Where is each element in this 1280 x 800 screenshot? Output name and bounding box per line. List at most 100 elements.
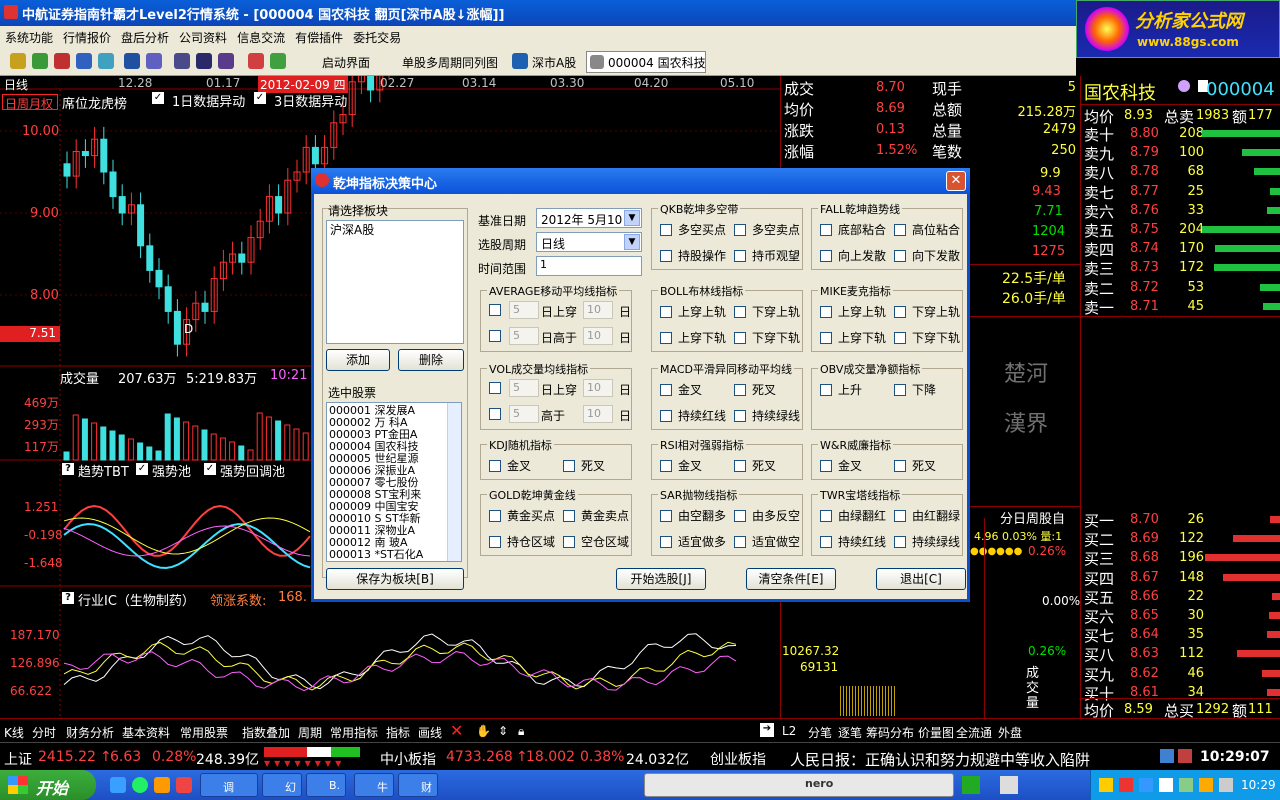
hand-icon[interactable]: ✋	[476, 724, 491, 738]
gold-checkbox[interactable]: 持仓区域	[489, 533, 555, 550]
gold-checkbox[interactable]: 黄金卖点	[563, 507, 629, 524]
avg-period-b[interactable]: 10	[583, 327, 613, 345]
tray-update-icon[interactable]	[1199, 778, 1213, 792]
flag-icon[interactable]	[248, 53, 264, 69]
checkbox-box[interactable]	[660, 510, 672, 522]
avg-checkbox[interactable]	[489, 329, 507, 343]
keyboard-icon[interactable]	[1000, 776, 1018, 794]
gold-checkbox[interactable]: 黄金买点	[489, 507, 555, 524]
vol-period-b[interactable]: 10	[583, 379, 613, 397]
bottom-tab[interactable]: 常用股票	[180, 724, 228, 741]
sells-level-price[interactable]: 8.77	[1130, 184, 1159, 199]
trend-icon[interactable]	[124, 53, 140, 69]
bottom-right-tab[interactable]: L2	[782, 724, 796, 738]
checkbox-box[interactable]	[820, 384, 832, 396]
close-icon[interactable]: ✕	[450, 721, 463, 740]
sells-level-price[interactable]: 8.73	[1130, 260, 1159, 275]
refresh-icon[interactable]	[32, 53, 48, 69]
fall-checkbox[interactable]: 底部粘合	[820, 221, 886, 238]
checkbox-box[interactable]	[489, 408, 501, 420]
checkbox-box[interactable]	[734, 306, 746, 318]
checkbox-box[interactable]	[734, 250, 746, 262]
taskbar-task[interactable]: 调	[200, 773, 258, 797]
sar-checkbox[interactable]: 由空翻多	[660, 507, 726, 524]
bottom-tab[interactable]: 分时	[32, 724, 56, 741]
buys-level-price[interactable]: 8.63	[1130, 646, 1159, 661]
twr-checkbox[interactable]: 由绿翻红	[820, 507, 886, 524]
checkbox-box[interactable]	[563, 536, 575, 548]
bottom-right-tab[interactable]: 筹码分布	[866, 724, 914, 741]
checkbox-box[interactable]	[660, 536, 672, 548]
stock-list-item[interactable]: 000013 *ST石化A	[329, 549, 459, 561]
gear-icon[interactable]	[10, 53, 26, 69]
bottom-right-tab[interactable]: 分笔	[808, 724, 832, 741]
checkbox-box[interactable]	[660, 250, 672, 262]
bottom-right-tab[interactable]: 全流通	[956, 724, 992, 741]
macd-checkbox[interactable]: 持续绿线	[734, 407, 800, 424]
checkbox-box[interactable]	[894, 536, 906, 548]
sells-level-price[interactable]: 8.74	[1130, 241, 1159, 256]
avg-checkbox[interactable]	[489, 303, 507, 317]
menu-item[interactable]: 系统功能	[0, 26, 58, 49]
buys-level-price[interactable]: 8.65	[1130, 608, 1159, 623]
check-pullback-pool[interactable]: ✓	[204, 463, 216, 475]
kdj-checkbox[interactable]: 死叉	[563, 457, 605, 474]
dialog-close-button[interactable]: ✕	[946, 171, 966, 191]
arrow-right-icon[interactable]: ➔	[760, 723, 774, 737]
quicklaunch-2-icon[interactable]	[132, 777, 148, 793]
tray-im-icon[interactable]	[1179, 778, 1193, 792]
quicklaunch-1-icon[interactable]	[110, 777, 126, 793]
vol-period-a[interactable]: 5	[509, 405, 539, 423]
checkbox-box[interactable]	[563, 460, 575, 472]
checkbox-box[interactable]	[489, 536, 501, 548]
checkbox-box[interactable]	[660, 410, 672, 422]
menu-item[interactable]: 公司资料	[174, 26, 232, 49]
avg-period-a[interactable]: 5	[509, 301, 539, 319]
rsi-checkbox[interactable]: 死叉	[734, 457, 776, 474]
bottom-right-tab[interactable]: 价量图	[918, 724, 954, 741]
sector-list[interactable]: 沪深A股	[326, 220, 464, 344]
buys-level-price[interactable]: 8.66	[1130, 589, 1159, 604]
checkbox-box[interactable]	[820, 332, 832, 344]
seat-ranking-link[interactable]: 席位龙虎榜	[62, 93, 127, 112]
market-button[interactable]: 深市A股	[532, 54, 576, 71]
checkbox-box[interactable]	[660, 224, 672, 236]
network-icon[interactable]	[1160, 749, 1174, 763]
check-strong-pool[interactable]: ✓	[136, 463, 148, 475]
period-tabs[interactable]: 日周月权	[2, 94, 58, 111]
clear-conditions-button[interactable]: 清空条件[E]	[746, 568, 836, 590]
obv-checkbox[interactable]: 上升	[820, 381, 862, 398]
bottom-tab[interactable]: 财务分析	[66, 724, 114, 741]
sar-checkbox[interactable]: 适宜做多	[660, 533, 726, 550]
buys-level-price[interactable]: 8.64	[1130, 627, 1159, 642]
checkbox-box[interactable]	[734, 332, 746, 344]
checkbox-box[interactable]	[660, 332, 672, 344]
multi-period-button[interactable]: 单股多周期同列图	[402, 54, 498, 71]
vol-checkbox[interactable]	[489, 381, 507, 395]
checkbox-box[interactable]	[820, 224, 832, 236]
tray-shield-icon[interactable]	[1099, 778, 1113, 792]
tray-network-icon[interactable]	[1139, 778, 1153, 792]
macd-checkbox[interactable]: 持续红线	[660, 407, 726, 424]
checkbox-box[interactable]	[820, 306, 832, 318]
tray-volume-icon[interactable]	[1159, 778, 1173, 792]
buys-level-price[interactable]: 8.68	[1130, 550, 1159, 565]
grid-icon[interactable]	[174, 53, 190, 69]
bottom-tab[interactable]: 周期	[298, 724, 322, 741]
quicklaunch-3-icon[interactable]	[154, 777, 170, 793]
tray-antivirus-icon[interactable]	[1119, 778, 1133, 792]
checkbox-box[interactable]	[489, 382, 501, 394]
taskbar-task[interactable]: 财	[398, 773, 438, 797]
go-icon[interactable]	[962, 776, 980, 794]
macd-checkbox[interactable]: 金叉	[660, 381, 702, 398]
sar-checkbox[interactable]: 适宜做空	[734, 533, 800, 550]
avg-period-b[interactable]: 10	[583, 301, 613, 319]
minute-tabs[interactable]: 分日周股自	[1000, 508, 1065, 527]
period-select[interactable]: 日线 ▼	[536, 232, 642, 252]
kdj-checkbox[interactable]: 金叉	[489, 457, 531, 474]
tray-misc-icon[interactable]	[1219, 778, 1233, 792]
menu-item[interactable]: 信息交流	[232, 26, 290, 49]
checkbox-box[interactable]	[734, 536, 746, 548]
gold-checkbox[interactable]: 空仓区域	[563, 533, 629, 550]
list-icon[interactable]	[218, 53, 234, 69]
